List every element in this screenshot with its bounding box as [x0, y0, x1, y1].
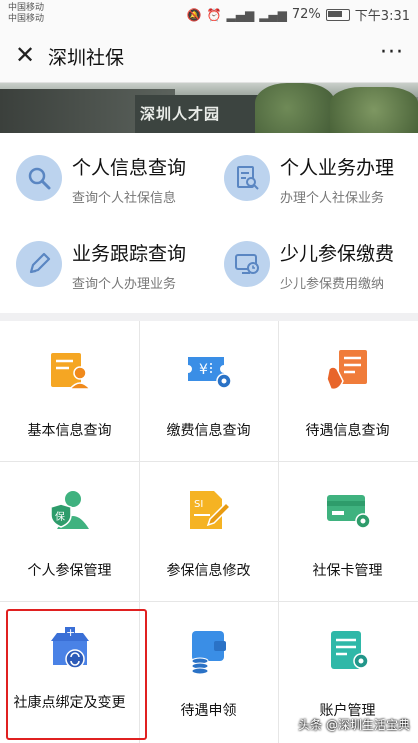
grid-item-label: 待遇信息查询: [305, 423, 390, 439]
quick-services-panel: 个人信息查询 查询个人社保信息 个人业务办理 办理个人社保业务 业务跟踪查询 查…: [0, 133, 418, 313]
banner-sign-text: 深圳人才园: [140, 105, 221, 123]
grid-item-benefit-claim[interactable]: 待遇申领: [139, 601, 278, 741]
grid-item-label: 基本信息查询: [27, 423, 112, 439]
grid-item-label: 待遇申领: [180, 703, 237, 719]
signal-icon: ▂▄▆: [226, 7, 255, 22]
grid-item-benefit-info[interactable]: 待遇信息查询: [278, 321, 417, 461]
quick-item-subtitle: 查询个人社保信息: [72, 191, 177, 206]
quick-item-title: 个人信息查询: [72, 157, 187, 179]
grid-item-label: 参保信息修改: [166, 563, 251, 579]
quick-item-personal-info[interactable]: 个人信息查询 查询个人社保信息: [16, 145, 216, 213]
profile-document-icon: [45, 345, 95, 395]
account-gear-icon: [323, 625, 373, 675]
status-icons: 🔕 ⏰ ▂▄▆ ▂▄▆ 72% 下午3:31: [187, 5, 410, 24]
watermark: 头条 @深圳生活宝典: [298, 718, 410, 732]
quick-item-title: 个人业务办理: [280, 157, 395, 179]
selection-highlight-box: [6, 609, 147, 740]
search-icon: [16, 155, 62, 201]
quick-item-personal-business[interactable]: 个人业务办理 办理个人社保业务: [224, 145, 418, 213]
grid-item-basic-info[interactable]: 基本信息查询: [0, 321, 139, 461]
quick-item-children-insurance[interactable]: 少儿参保缴费 少儿参保费用缴纳: [224, 231, 418, 299]
mute-icon: 🔕: [186, 7, 202, 22]
insured-person-icon: 保: [45, 485, 95, 535]
grid-item-label: 个人参保管理: [27, 563, 112, 579]
card-gear-icon: [323, 485, 373, 535]
svg-text:保: 保: [55, 510, 65, 523]
wallet-coins-icon: [184, 625, 234, 675]
status-bar: 中国移动 中国移动 🔕 ⏰ ▂▄▆ ▂▄▆ 72% 下午3:31: [0, 0, 418, 30]
signal-icon-2: ▂▄▆: [259, 7, 287, 22]
banner-image[interactable]: 深圳人才园: [0, 83, 418, 133]
more-menu-icon[interactable]: ···: [380, 40, 404, 65]
svg-text:SI: SI: [194, 499, 203, 510]
grid-item-insurance-management[interactable]: 保 个人参保管理: [0, 461, 139, 601]
grid-item-social-card[interactable]: 社保卡管理: [278, 461, 417, 601]
grid-item-label: 社保卡管理: [312, 563, 383, 579]
grid-item-payment-info[interactable]: ¥ 缴费信息查询: [139, 321, 278, 461]
quick-item-subtitle: 查询个人办理业务: [72, 277, 177, 292]
quick-item-subtitle: 少儿参保费用缴纳: [280, 277, 385, 292]
clock-time: 下午3:31: [354, 9, 410, 24]
quick-item-subtitle: 办理个人社保业务: [280, 191, 385, 206]
svg-text:¥: ¥: [199, 362, 208, 378]
title-bar: ✕ 深圳社保 ···: [0, 30, 418, 83]
yuan-ticket-icon: ¥: [184, 345, 234, 395]
pencil-icon: [16, 241, 62, 287]
battery-icon: [325, 8, 350, 21]
alarm-icon: ⏰: [206, 7, 222, 22]
grid-item-label: 缴费信息查询: [166, 423, 251, 439]
carrier-label-2: 中国移动: [8, 14, 45, 24]
quick-item-tracking[interactable]: 业务跟踪查询 查询个人办理业务: [16, 231, 216, 299]
battery-percent: 72%: [291, 7, 321, 22]
carrier-label-1: 中国移动: [8, 3, 45, 13]
close-icon[interactable]: ✕: [12, 42, 38, 68]
document-search-icon: [224, 155, 270, 201]
hand-document-icon: [323, 345, 373, 395]
edit-document-icon: SI: [184, 485, 234, 535]
grid-item-insurance-modify[interactable]: SI 参保信息修改: [139, 461, 278, 601]
page-title: 深圳社保: [48, 47, 125, 69]
monitor-clock-icon: [224, 241, 270, 287]
quick-item-title: 业务跟踪查询: [72, 243, 187, 265]
quick-item-title: 少儿参保缴费: [280, 243, 395, 265]
